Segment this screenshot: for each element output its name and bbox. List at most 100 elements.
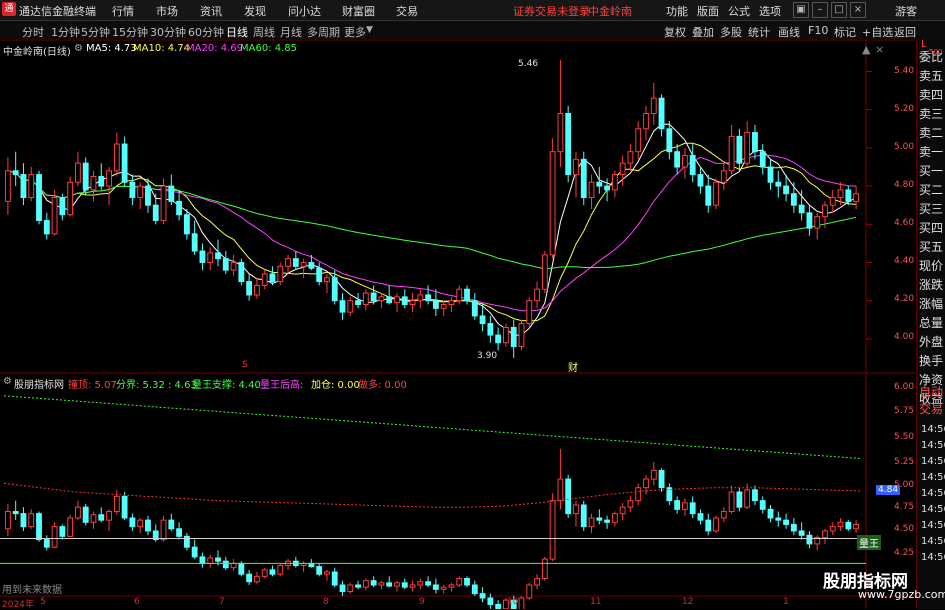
- candle-body[interactable]: [432, 300, 439, 309]
- menu-discover[interactable]: 发现: [244, 3, 266, 19]
- candle-body[interactable]: [331, 277, 338, 302]
- candle-body[interactable]: [557, 478, 564, 502]
- candle-body[interactable]: [464, 578, 470, 586]
- candle-body[interactable]: [316, 267, 323, 283]
- candle-body[interactable]: [253, 284, 260, 296]
- draw-line-button[interactable]: 画线: [778, 24, 800, 40]
- menu-options[interactable]: 选项: [759, 3, 781, 19]
- candle-body[interactable]: [541, 254, 548, 290]
- candle-body[interactable]: [635, 128, 642, 153]
- candle-body[interactable]: [557, 112, 564, 153]
- candle-body[interactable]: [4, 510, 11, 530]
- candle-body[interactable]: [752, 489, 758, 502]
- candle-body[interactable]: [106, 510, 112, 521]
- candle-body[interactable]: [324, 277, 330, 283]
- candle-body[interactable]: [853, 193, 860, 202]
- candle-body[interactable]: [604, 185, 611, 191]
- candle-body[interactable]: [106, 170, 112, 187]
- collapse-icon[interactable]: ▲: [862, 43, 870, 56]
- candle-body[interactable]: [611, 174, 618, 191]
- candle-body[interactable]: [541, 558, 548, 580]
- candle-body[interactable]: [370, 292, 377, 302]
- maximize-icon[interactable]: □: [831, 2, 847, 18]
- f10-button[interactable]: F10: [808, 24, 828, 37]
- candle-body[interactable]: [401, 296, 408, 306]
- candle-body[interactable]: [207, 252, 214, 263]
- period-monthly[interactable]: 月线: [280, 24, 302, 40]
- candle-body[interactable]: [355, 300, 361, 306]
- candle-body[interactable]: [4, 170, 11, 202]
- candle-body[interactable]: [744, 132, 751, 164]
- candle-body[interactable]: [129, 181, 136, 199]
- candle-body[interactable]: [752, 132, 758, 153]
- candle-body[interactable]: [277, 565, 284, 575]
- menu-market[interactable]: 市场: [156, 3, 178, 19]
- candle-body[interactable]: [619, 506, 626, 515]
- candle-body[interactable]: [386, 296, 393, 304]
- period-more[interactable]: 更多: [344, 24, 366, 40]
- candle-body[interactable]: [300, 261, 307, 267]
- candle-body[interactable]: [487, 323, 494, 336]
- candle-body[interactable]: [168, 185, 175, 202]
- candle-body[interactable]: [814, 216, 821, 229]
- candle-body[interactable]: [705, 185, 712, 206]
- candle-body[interactable]: [681, 155, 688, 168]
- candle-body[interactable]: [759, 151, 766, 168]
- period-weekly[interactable]: 周线: [253, 24, 275, 40]
- kline-chart[interactable]: [0, 40, 916, 609]
- candle-body[interactable]: [829, 526, 836, 532]
- candle-body[interactable]: [783, 185, 789, 195]
- candle-body[interactable]: [643, 112, 649, 130]
- candle-body[interactable]: [806, 212, 813, 229]
- candle-body[interactable]: [853, 523, 860, 530]
- candle-body[interactable]: [759, 500, 766, 510]
- candle-body[interactable]: [98, 514, 105, 521]
- more-dropdown-icon[interactable]: ▼: [366, 25, 373, 35]
- candle-body[interactable]: [324, 571, 330, 575]
- multi-stock-button[interactable]: 多股: [720, 24, 742, 40]
- candle-body[interactable]: [549, 500, 556, 560]
- candle-body[interactable]: [129, 517, 136, 528]
- candle-body[interactable]: [121, 495, 128, 519]
- candle-body[interactable]: [59, 197, 66, 216]
- candle-body[interactable]: [222, 560, 229, 569]
- candle-body[interactable]: [837, 521, 844, 528]
- candle-body[interactable]: [588, 517, 595, 528]
- auto-trade-label[interactable]: 交易: [919, 400, 943, 417]
- candle-body[interactable]: [67, 517, 74, 537]
- candle-body[interactable]: [28, 174, 35, 199]
- candle-body[interactable]: [767, 508, 774, 519]
- candle-body[interactable]: [798, 204, 805, 214]
- candle-body[interactable]: [728, 135, 735, 172]
- candle-body[interactable]: [822, 204, 828, 218]
- candle-body[interactable]: [440, 586, 447, 590]
- candle-body[interactable]: [215, 252, 221, 260]
- candle-body[interactable]: [643, 478, 649, 489]
- candle-body[interactable]: [51, 526, 58, 548]
- mark-button[interactable]: 标记: [834, 24, 856, 40]
- candle-body[interactable]: [331, 571, 338, 586]
- candle-body[interactable]: [316, 566, 323, 575]
- candle-body[interactable]: [183, 214, 190, 235]
- candle-body[interactable]: [728, 491, 735, 512]
- candle-body[interactable]: [720, 510, 727, 519]
- candle-body[interactable]: [689, 502, 696, 515]
- candle-body[interactable]: [790, 193, 797, 206]
- candle-body[interactable]: [269, 273, 276, 283]
- candle-body[interactable]: [277, 265, 284, 283]
- candle-body[interactable]: [98, 176, 105, 187]
- candle-body[interactable]: [261, 569, 268, 577]
- candle-body[interactable]: [845, 521, 852, 530]
- candle-body[interactable]: [168, 519, 175, 530]
- candle-body[interactable]: [362, 292, 369, 306]
- candle-body[interactable]: [347, 584, 354, 592]
- candle-body[interactable]: [775, 181, 782, 187]
- candle-body[interactable]: [253, 575, 260, 583]
- candle-body[interactable]: [425, 294, 432, 302]
- candle-body[interactable]: [75, 162, 81, 183]
- candle-body[interactable]: [837, 189, 844, 199]
- candle-body[interactable]: [845, 189, 852, 202]
- candle-body[interactable]: [43, 539, 50, 548]
- candle-body[interactable]: [534, 288, 540, 302]
- candle-body[interactable]: [230, 261, 237, 271]
